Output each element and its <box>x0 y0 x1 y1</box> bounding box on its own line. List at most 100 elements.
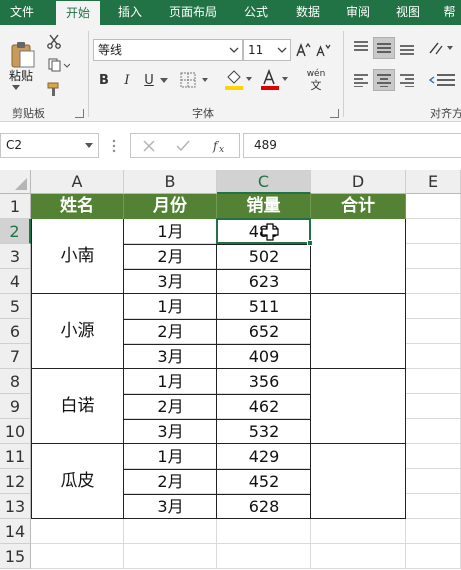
fill-handle[interactable] <box>307 240 313 246</box>
sales-cell[interactable]: 623 <box>217 269 311 294</box>
sales-cell[interactable]: 462 <box>217 394 311 419</box>
row-header-15[interactable]: 15 <box>0 544 31 569</box>
tab-insert[interactable]: 插入 <box>108 0 152 25</box>
cancel-button[interactable] <box>139 137 159 155</box>
row-header-4[interactable]: 4 <box>0 269 31 294</box>
total-cell[interactable] <box>311 444 406 519</box>
grid-cell[interactable] <box>311 544 406 569</box>
grid-cell[interactable] <box>311 519 406 544</box>
tab-file[interactable]: 文件 <box>0 0 44 25</box>
grid-cell[interactable] <box>217 519 311 544</box>
tab-data[interactable]: 数据 <box>286 0 330 25</box>
header-cell[interactable]: 销量 <box>217 194 311 219</box>
tab-help[interactable]: 帮 <box>438 0 461 25</box>
grid-cell[interactable] <box>31 544 124 569</box>
formula-input[interactable]: 489 <box>243 133 461 158</box>
name-cell[interactable]: 瓜皮 <box>31 444 124 519</box>
decrease-font-size-button[interactable] <box>314 39 332 61</box>
tab-review[interactable]: 审阅 <box>336 0 380 25</box>
underline-button[interactable]: U <box>140 69 158 91</box>
grid-cell[interactable] <box>406 269 461 294</box>
clipboard-launcher-icon[interactable] <box>75 109 84 118</box>
sales-cell[interactable]: 409 <box>217 344 311 369</box>
align-left-button[interactable] <box>350 69 372 91</box>
sales-cell[interactable]: 532 <box>217 419 311 444</box>
month-cell[interactable]: 2月 <box>124 244 217 269</box>
name-cell[interactable]: 白诺 <box>31 369 124 444</box>
row-header-3[interactable]: 3 <box>0 244 31 269</box>
grid-cell[interactable] <box>406 369 461 394</box>
indent-button[interactable] <box>426 69 458 91</box>
name-cell[interactable]: 小源 <box>31 294 124 369</box>
grid-cell[interactable] <box>406 469 461 494</box>
header-cell[interactable]: 月份 <box>124 194 217 219</box>
orientation-button[interactable] <box>426 37 458 59</box>
grid-cell[interactable] <box>406 344 461 369</box>
align-right-button[interactable] <box>396 69 418 91</box>
borders-button[interactable] <box>178 69 212 91</box>
column-header-a[interactable]: A <box>31 170 124 194</box>
name-box[interactable]: C2 <box>0 133 99 158</box>
tab-view[interactable]: 视图 <box>386 0 430 25</box>
name-cell[interactable]: 小南 <box>31 219 124 294</box>
grid-cell[interactable] <box>406 444 461 469</box>
row-header-2[interactable]: 2 <box>0 219 31 244</box>
enter-button[interactable] <box>173 137 193 155</box>
sales-cell[interactable]: 511 <box>217 294 311 319</box>
sales-cell[interactable]: 502 <box>217 244 311 269</box>
increase-font-size-button[interactable] <box>294 39 312 61</box>
grid-cell[interactable] <box>31 519 124 544</box>
month-cell[interactable]: 3月 <box>124 494 217 519</box>
grid-cell[interactable] <box>124 544 217 569</box>
month-cell[interactable]: 2月 <box>124 469 217 494</box>
middle-align-button[interactable] <box>373 37 395 59</box>
bottom-align-button[interactable] <box>396 37 418 59</box>
fill-color-button[interactable] <box>222 67 256 93</box>
row-header-5[interactable]: 5 <box>0 294 31 319</box>
sales-cell[interactable]: 452 <box>217 469 311 494</box>
format-painter-button[interactable] <box>44 79 64 99</box>
font-color-button[interactable] <box>258 67 292 93</box>
font-name-combo[interactable]: 等线 <box>93 39 243 61</box>
select-all-corner[interactable] <box>0 170 31 194</box>
cut-button[interactable] <box>44 31 64 51</box>
row-header-1[interactable]: 1 <box>0 194 31 219</box>
row-header-6[interactable]: 6 <box>0 319 31 344</box>
column-header-d[interactable]: D <box>311 170 406 194</box>
month-cell[interactable]: 3月 <box>124 269 217 294</box>
month-cell[interactable]: 2月 <box>124 394 217 419</box>
tab-page-layout[interactable]: 页面布局 <box>160 0 226 25</box>
column-header-e[interactable]: E <box>406 170 461 194</box>
grid-cell[interactable] <box>217 544 311 569</box>
bold-button[interactable]: B <box>95 69 113 91</box>
grid-cell[interactable] <box>406 244 461 269</box>
month-cell[interactable]: 1月 <box>124 444 217 469</box>
grid-cell[interactable] <box>124 519 217 544</box>
grid-cell[interactable] <box>406 219 461 244</box>
row-header-10[interactable]: 10 <box>0 419 31 444</box>
grid-cell[interactable] <box>406 519 461 544</box>
month-cell[interactable]: 3月 <box>124 419 217 444</box>
column-header-c[interactable]: C <box>217 170 311 194</box>
month-cell[interactable]: 1月 <box>124 219 217 244</box>
copy-button[interactable] <box>44 55 74 75</box>
month-cell[interactable]: 2月 <box>124 319 217 344</box>
month-cell[interactable]: 1月 <box>124 369 217 394</box>
paste-dropdown-icon[interactable] <box>12 85 20 90</box>
sales-cell[interactable]: 652 <box>217 319 311 344</box>
header-cell[interactable]: 合计 <box>311 194 406 219</box>
phonetic-guide-button[interactable]: wén 文 <box>300 65 332 95</box>
font-size-combo[interactable]: 11 <box>243 39 291 61</box>
align-center-button[interactable] <box>373 69 395 91</box>
tab-home[interactable]: 开始 <box>56 1 100 25</box>
grid-cell[interactable] <box>406 419 461 444</box>
row-header-9[interactable]: 9 <box>0 394 31 419</box>
grid-cell[interactable] <box>406 294 461 319</box>
sales-cell[interactable]: 628 <box>217 494 311 519</box>
grid-cell[interactable] <box>406 494 461 519</box>
grid-cell[interactable] <box>406 394 461 419</box>
top-align-button[interactable] <box>350 37 372 59</box>
grid-cell[interactable] <box>406 194 461 219</box>
row-header-13[interactable]: 13 <box>0 494 31 519</box>
grid-cell[interactable] <box>406 544 461 569</box>
